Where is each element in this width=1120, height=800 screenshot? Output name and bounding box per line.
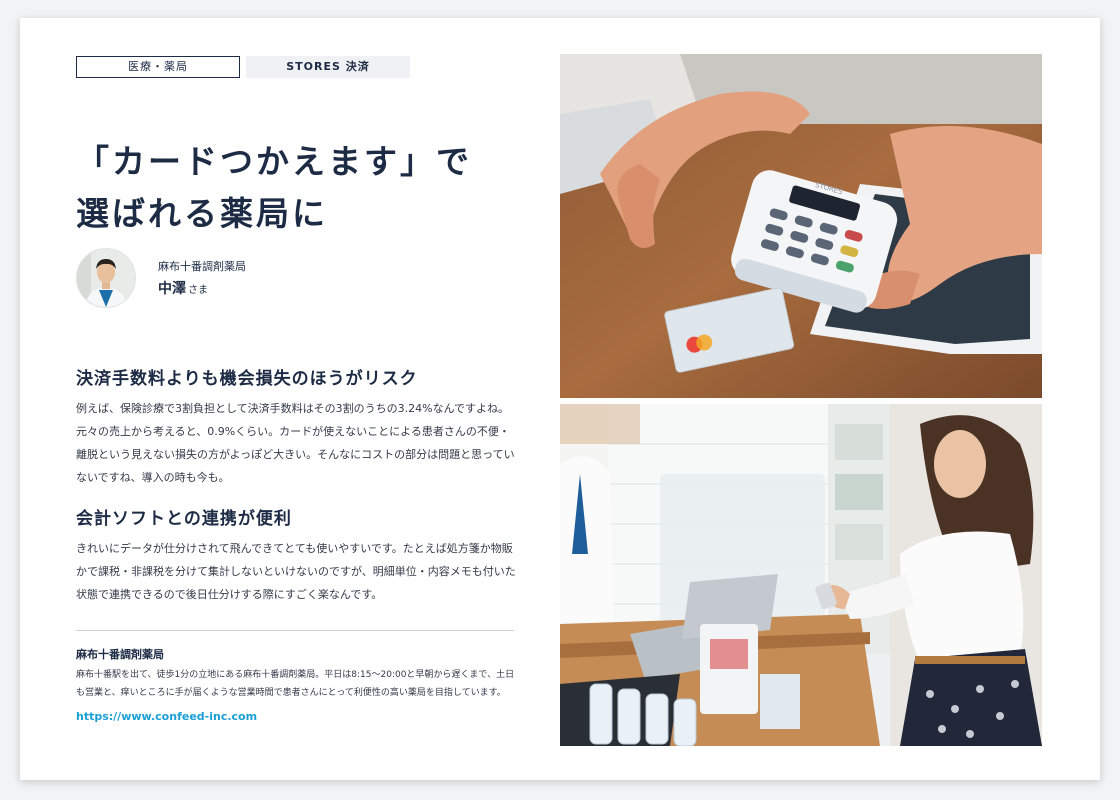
author-name: 中澤 さま — [158, 278, 246, 298]
section-body: 例えば、保険診療で3割負担として決済手数料はその3割のうちの3.24%なんですよ… — [76, 402, 515, 484]
article-card: 医療・薬局 STORES 決済 「カードつかえます」で 選ばれる薬局に 麻布十番… — [20, 18, 1100, 780]
section-body: きれいにデータが仕分けされて飛んできてとても使いやすいです。たとえば処方箋か物販… — [76, 542, 516, 601]
pharmacy-info: 麻布十番調剤薬局 麻布十番駅を出て、徒歩1分の立地にある麻布十番調剤薬局。平日は… — [76, 646, 516, 723]
tag-category[interactable]: 医療・薬局 — [76, 56, 240, 78]
photo-pharmacy-counter — [560, 404, 1042, 746]
photo-card-terminal: STORES — [560, 54, 1042, 398]
section-heading: 決済手数料よりも機会損失のほうがリスク — [76, 369, 418, 389]
tag-list: 医療・薬局 STORES 決済 — [76, 56, 410, 78]
author-honorific: さま — [188, 285, 208, 296]
divider — [76, 630, 514, 631]
section-heading: 会計ソフトとの連携が便利 — [76, 509, 292, 529]
tag-product[interactable]: STORES 決済 — [246, 56, 410, 78]
author-block: 麻布十番調剤薬局 中澤 さま — [76, 248, 246, 308]
pharmacy-name: 麻布十番調剤薬局 — [76, 648, 164, 661]
avatar — [76, 248, 136, 308]
title-line-1: 「カードつかえます」で — [76, 142, 472, 181]
pharmacy-website-link[interactable]: https://www.confeed-inc.com — [76, 710, 516, 723]
section-risk: 決済手数料よりも機会損失のほうがリスク 例えば、保険診療で3割負担として決済手数… — [76, 364, 516, 489]
title-line-2: 選ばれる薬局に — [76, 194, 328, 233]
pharmacy-description: 麻布十番駅を出て、徒歩1分の立地にある麻布十番調剤薬局。平日は8:15〜20:0… — [76, 670, 515, 698]
author-organization: 麻布十番調剤薬局 — [158, 260, 246, 273]
section-accounting: 会計ソフトとの連携が便利 きれいにデータが仕分けされて飛んできてとても使いやすい… — [76, 504, 516, 606]
author-name-text: 中澤 — [158, 281, 186, 297]
article-title: 「カードつかえます」で 選ばれる薬局に — [76, 136, 472, 240]
